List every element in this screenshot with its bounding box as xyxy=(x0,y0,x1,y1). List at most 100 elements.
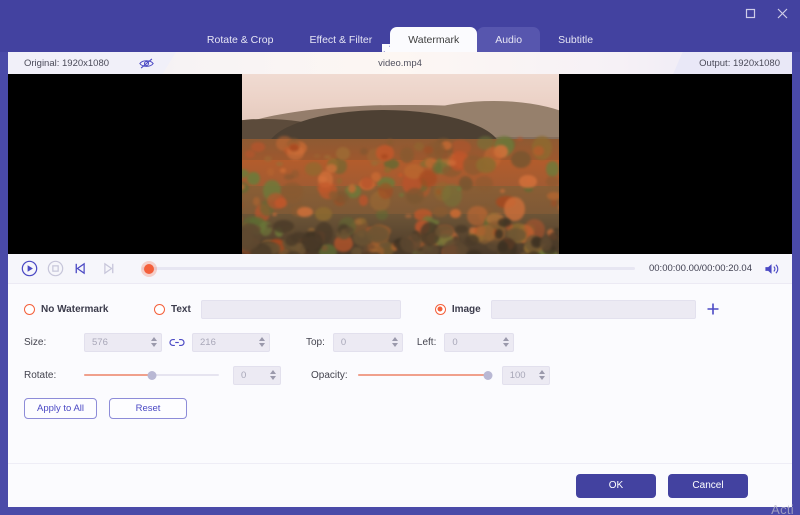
foliage-blob xyxy=(326,164,337,172)
tab-subtitle[interactable]: Subtitle xyxy=(540,27,611,52)
foliage-blob xyxy=(547,192,559,200)
plus-icon[interactable] xyxy=(704,300,722,318)
eye-off-icon[interactable] xyxy=(139,57,154,70)
watermark-text-input[interactable] xyxy=(201,300,401,319)
foliage-blob xyxy=(267,168,274,175)
title-bar xyxy=(0,0,800,27)
tab-watermark[interactable]: Watermark xyxy=(390,27,477,52)
reset-button[interactable]: Reset xyxy=(109,398,187,419)
next-frame-icon[interactable] xyxy=(98,260,116,278)
slider-knob[interactable] xyxy=(147,371,156,380)
tab-label: Watermark xyxy=(408,34,459,46)
radio-indicator xyxy=(154,304,165,315)
dialog-footer: OK Cancel xyxy=(8,463,792,507)
output-resolution-label: Output: 1920x1080 xyxy=(699,58,780,69)
foliage-blob xyxy=(324,155,331,159)
foliage-blob xyxy=(379,242,389,248)
foliage-blob xyxy=(400,147,413,162)
foliage-blob xyxy=(303,236,321,251)
foliage-blob xyxy=(305,162,322,175)
foliage-blob xyxy=(546,176,559,187)
watermark-panel: video.mp4 Original: 1920x1080 Output: 19… xyxy=(8,52,792,507)
radio-text[interactable]: Text xyxy=(154,304,191,315)
opacity-slider[interactable] xyxy=(358,367,488,383)
radio-no-watermark[interactable]: No Watermark xyxy=(24,304,154,315)
foliage-blob xyxy=(315,207,332,221)
foliage-blob xyxy=(495,229,503,239)
timeline-slider[interactable] xyxy=(142,260,635,278)
activation-watermark: Acti xyxy=(771,502,794,515)
foliage-blob xyxy=(447,160,455,165)
top-value: 0 xyxy=(341,337,346,348)
watermark-form: No Watermark Text Image Size: 576 216 To… xyxy=(8,284,792,454)
close-button[interactable] xyxy=(772,4,792,22)
maximize-button[interactable] xyxy=(740,4,760,22)
ok-button[interactable]: OK xyxy=(576,474,656,498)
tab-rotate-crop[interactable]: Rotate & Crop xyxy=(189,27,292,52)
resolution-info-bar: video.mp4 Original: 1920x1080 Output: 19… xyxy=(8,52,792,74)
foliage-blob xyxy=(285,235,298,246)
foliage-blob xyxy=(280,168,286,172)
foliage-blob xyxy=(405,214,411,218)
size-height-value: 216 xyxy=(200,337,216,348)
spinner-arrows[interactable] xyxy=(151,334,157,351)
watermark-type-row: No Watermark Text Image xyxy=(24,296,776,322)
slider-fill xyxy=(358,374,488,376)
left-input[interactable]: 0 xyxy=(444,333,514,352)
timeline-playhead[interactable] xyxy=(144,264,154,274)
apply-to-all-button[interactable]: Apply to All xyxy=(24,398,97,419)
spinner-arrows[interactable] xyxy=(270,367,276,384)
size-width-value: 576 xyxy=(92,337,108,348)
spinner-arrows[interactable] xyxy=(503,334,509,351)
foliage-blob xyxy=(546,161,559,176)
tab-effect-filter[interactable]: Effect & Filter xyxy=(291,27,390,52)
window-controls xyxy=(740,4,792,22)
rotate-input[interactable]: 0 xyxy=(233,366,281,385)
foliage-blob xyxy=(264,156,272,162)
output-resolution-group: Output: 1920x1080 xyxy=(673,52,792,74)
radio-image[interactable]: Image xyxy=(435,304,481,315)
form-actions-row: Apply to All Reset xyxy=(24,395,776,421)
rotate-slider[interactable] xyxy=(84,367,219,383)
rotate-value: 0 xyxy=(241,370,246,381)
video-preview-area[interactable] xyxy=(8,74,792,254)
spinner-arrows[interactable] xyxy=(539,367,545,384)
size-position-row: Size: 576 216 Top: 0 Left: 0 xyxy=(24,329,776,355)
button-label: Reset xyxy=(136,403,161,414)
foliage-blob xyxy=(500,189,506,193)
foliage-blob xyxy=(353,230,372,246)
foliage-blob xyxy=(247,172,260,186)
slider-knob[interactable] xyxy=(483,371,492,380)
size-height-input[interactable]: 216 xyxy=(192,333,270,352)
link-chain-icon[interactable] xyxy=(169,337,185,348)
volume-icon[interactable] xyxy=(764,262,780,276)
previous-frame-icon[interactable] xyxy=(72,260,90,278)
foliage-blob xyxy=(476,157,496,173)
top-input[interactable]: 0 xyxy=(333,333,403,352)
foliage-blob xyxy=(371,161,378,166)
size-width-input[interactable]: 576 xyxy=(84,333,162,352)
tab-audio[interactable]: Audio xyxy=(477,27,540,52)
rotate-opacity-row: Rotate: 0 Opacity: 100 xyxy=(24,362,776,388)
watermark-image-input[interactable] xyxy=(491,300,696,319)
foliage-blob xyxy=(336,147,350,160)
foliage-blob xyxy=(504,197,524,221)
foliage-blob xyxy=(498,238,517,254)
stop-circle-icon[interactable] xyxy=(46,260,64,278)
radio-label: No Watermark xyxy=(41,304,108,315)
spinner-arrows[interactable] xyxy=(392,334,398,351)
cancel-button[interactable]: Cancel xyxy=(668,474,748,498)
spinner-arrows[interactable] xyxy=(259,334,265,351)
radio-indicator xyxy=(435,304,446,315)
tab-label: Effect & Filter xyxy=(309,34,372,46)
foliage-blob xyxy=(281,184,302,197)
foliage-blob xyxy=(455,225,468,233)
opacity-input[interactable]: 100 xyxy=(502,366,550,385)
opacity-value: 100 xyxy=(510,370,526,381)
foliage-blob xyxy=(517,137,523,141)
original-resolution-label: Original: 1920x1080 xyxy=(24,58,109,69)
foliage-blob xyxy=(450,209,461,218)
play-circle-icon[interactable] xyxy=(20,260,38,278)
foliage-blob xyxy=(297,207,313,217)
foliage-blob xyxy=(361,177,373,189)
